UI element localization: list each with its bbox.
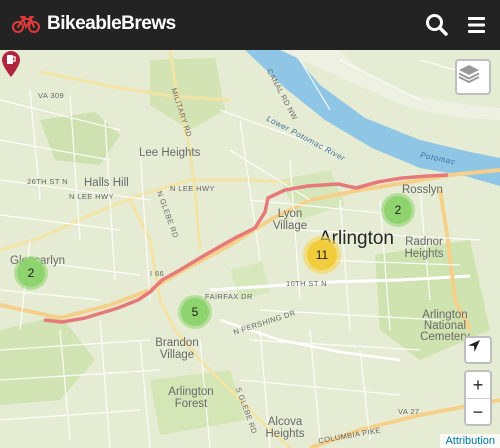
zoom-in-button[interactable]: + — [466, 372, 490, 399]
search-icon — [426, 14, 448, 36]
area-label: Rosslyn — [402, 184, 443, 196]
area-label: Brandon Village — [155, 337, 199, 361]
area-label: Arlington Forest — [168, 386, 214, 410]
road-label: VA 309 — [38, 91, 65, 100]
road-label: 10TH ST N — [286, 279, 327, 288]
cluster-rosslyn[interactable]: 2 — [381, 193, 415, 227]
road-label: FAIRFAX DR — [205, 292, 253, 301]
attribution-link[interactable]: Attribution — [440, 434, 500, 448]
road-label: N LEE HWY — [170, 184, 215, 193]
locate-arrow-icon — [468, 340, 480, 352]
zoom-out-button[interactable]: − — [466, 399, 490, 425]
area-label: Radnor Heights — [404, 236, 444, 260]
menu-button[interactable] — [465, 12, 491, 38]
cluster-count: 5 — [181, 298, 209, 326]
search-button[interactable] — [424, 12, 450, 38]
cluster-brandon[interactable]: 5 — [178, 295, 212, 329]
map-view[interactable]: VA 309 MILITARY RD Lee Heights 26TH ST N… — [0, 50, 500, 448]
area-label: Lyon Village — [272, 208, 308, 232]
zoom-control: + − — [464, 370, 492, 426]
cluster-count: 2 — [384, 196, 412, 224]
layers-button[interactable] — [455, 59, 491, 95]
area-label: Halls Hill — [84, 177, 129, 189]
area-label: Lee Heights — [139, 147, 201, 159]
app-header: BikeableBrews — [0, 0, 500, 50]
cluster-count: 2 — [17, 259, 45, 287]
road-label: N LEE HWY — [69, 192, 114, 201]
layers-icon — [458, 65, 480, 84]
road-label: VA 27 — [398, 407, 420, 416]
cluster-glencarlyn[interactable]: 2 — [14, 256, 48, 290]
area-label: Arlington National Cemetery — [420, 309, 470, 343]
area-label: Alcova Heights — [265, 416, 305, 440]
road-label: 26TH ST N — [27, 177, 68, 186]
brand[interactable]: BikeableBrews — [12, 13, 176, 35]
road-label: I 66 — [150, 269, 165, 278]
bicycle-icon — [12, 16, 40, 33]
brewery-marker-icon[interactable] — [0, 50, 22, 78]
cluster-arlington[interactable]: 11 — [303, 236, 341, 274]
locate-button[interactable] — [464, 336, 492, 364]
hamburger-menu-icon — [468, 17, 485, 33]
app-title: BikeableBrews — [47, 13, 176, 34]
cluster-count: 11 — [307, 240, 337, 270]
